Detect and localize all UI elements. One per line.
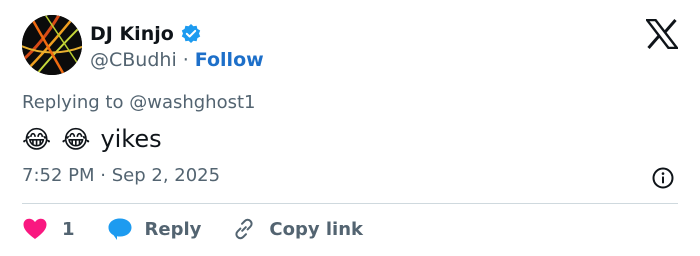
divider	[22, 203, 678, 204]
link-icon	[231, 216, 257, 242]
face-with-tears-of-joy-emoji: 😂	[61, 124, 91, 154]
speech-bubble-icon	[107, 217, 133, 241]
author-handle-row: @CBudhi · Follow	[90, 47, 264, 73]
replying-to: Replying to @washghost1	[22, 92, 256, 113]
verified-badge-icon	[180, 23, 202, 45]
copy-link-label: Copy link	[269, 218, 363, 240]
tweet-date: Sep 2, 2025	[111, 165, 221, 186]
author-display-name[interactable]: DJ Kinjo	[90, 23, 174, 45]
author-name-row: DJ Kinjo	[90, 21, 202, 47]
like-count: 1	[62, 218, 75, 240]
x-logo-icon[interactable]	[644, 18, 680, 50]
tweet-timestamp[interactable]: 7:52 PM · Sep 2, 2025	[22, 165, 220, 186]
avatar-image	[22, 15, 82, 75]
copy-link-button[interactable]: Copy link	[231, 216, 363, 242]
follow-button[interactable]: Follow	[195, 49, 264, 71]
like-button[interactable]: 1	[22, 217, 75, 241]
replying-to-label: Replying to	[22, 92, 124, 113]
tweet-time: 7:52 PM	[22, 165, 95, 186]
reply-button[interactable]: Reply	[107, 217, 202, 241]
face-with-tears-of-joy-emoji: 😂	[22, 124, 52, 154]
tweet-text: 😂 😂 yikes	[22, 121, 162, 157]
replying-to-mention[interactable]: @washghost1	[129, 92, 255, 113]
reply-label: Reply	[144, 218, 202, 240]
timestamp-separator: ·	[100, 165, 106, 186]
avatar[interactable]	[22, 15, 82, 75]
action-bar: 1 Reply Copy link	[22, 213, 363, 245]
handle-separator: ·	[182, 49, 189, 71]
heart-icon	[22, 217, 48, 241]
tweet-body: yikes	[100, 125, 162, 153]
info-icon[interactable]	[651, 166, 675, 190]
author-handle[interactable]: @CBudhi	[90, 49, 177, 71]
